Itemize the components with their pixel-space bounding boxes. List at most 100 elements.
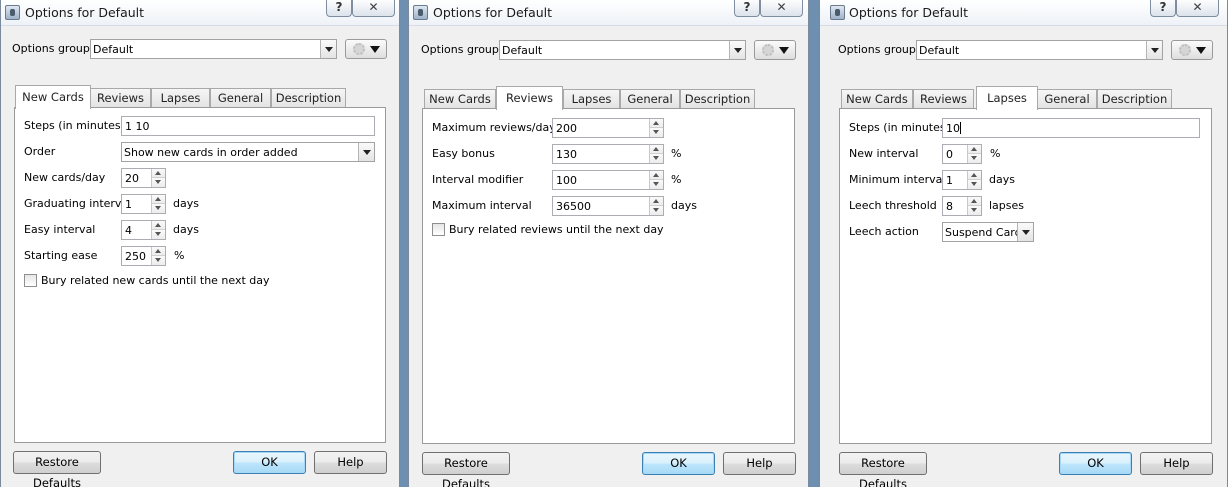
spin-down-icon[interactable] [650,206,663,215]
new-cards-per-day-label: New cards/day [24,171,106,184]
spin-up-icon[interactable] [152,247,165,256]
help-caption-button[interactable]: ? [326,0,352,17]
spin-down-icon[interactable] [152,230,165,239]
ok-button[interactable]: OK [233,451,306,474]
new-interval-label: New interval [849,147,919,160]
tab-general[interactable]: General [210,88,271,108]
tab-general[interactable]: General [1037,89,1097,109]
spin-up-icon[interactable] [968,145,981,154]
tab-lapses[interactable]: Lapses [976,86,1038,110]
leech-action-select[interactable]: Suspend Card [942,222,1034,242]
options-window-new-cards: Options for Default ? ✕ Options group: D… [0,0,400,487]
easy-interval-value: 4 [125,224,132,237]
tab-general[interactable]: General [620,89,680,109]
spin-down-icon[interactable] [152,204,165,213]
spin-down-icon[interactable] [650,154,663,163]
restore-defaults-button[interactable]: Restore Defaults [422,452,510,487]
spin-up-icon[interactable] [968,171,981,180]
interval-modifier-label: Interval modifier [432,173,524,186]
chevron-down-icon [320,40,336,58]
tab-new-cards[interactable]: New Cards [424,89,496,109]
options-group-select[interactable]: Default [499,40,746,60]
graduating-interval-spinner[interactable]: 1 [121,194,166,214]
max-reviews-spinner[interactable]: 200 [552,118,664,138]
spin-up-icon[interactable] [650,119,663,128]
leech-threshold-unit: lapses [989,199,1025,212]
easy-interval-unit: days [173,223,199,236]
new-interval-spinner[interactable]: 0 [942,144,982,164]
leech-threshold-label: Leech threshold [849,199,937,212]
bury-new-cards-label: Bury related new cards until the next da… [41,274,270,287]
help-caption-button[interactable]: ? [1150,0,1176,17]
spin-down-icon[interactable] [968,154,981,163]
spin-up-icon[interactable] [152,195,165,204]
restore-defaults-button[interactable]: Restore Defaults [13,451,101,487]
spin-down-icon[interactable] [650,180,663,189]
tab-reviews[interactable]: Reviews [913,89,974,109]
spin-up-icon[interactable] [650,197,663,206]
spin-up-icon[interactable] [650,145,663,154]
tab-new-cards[interactable]: New Cards [841,89,913,109]
tab-reviews[interactable]: Reviews [90,88,151,108]
interval-modifier-spinner[interactable]: 100 [552,170,664,190]
restore-defaults-button[interactable]: Restore Defaults [839,452,927,487]
order-value: Show new cards in order added [124,146,298,159]
options-menu-button[interactable] [754,40,796,60]
spin-down-icon[interactable] [968,180,981,189]
spin-down-icon[interactable] [650,128,663,137]
tab-reviews[interactable]: Reviews [496,86,563,110]
options-group-select[interactable]: Default [90,39,337,59]
tab-description[interactable]: Description [271,88,346,108]
options-group-select[interactable]: Default [916,40,1163,60]
starting-ease-spinner[interactable]: 250 [121,246,166,266]
easy-bonus-spinner[interactable]: 130 [552,144,664,164]
tab-description[interactable]: Description [1097,89,1172,109]
ok-button[interactable]: OK [642,452,715,475]
spin-up-icon[interactable] [968,197,981,206]
close-button[interactable]: ✕ [1176,0,1219,17]
spin-up-icon[interactable] [152,169,165,178]
help-button[interactable]: Help [1140,452,1213,475]
min-interval-spinner[interactable]: 1 [942,170,982,190]
bury-reviews-checkbox[interactable] [432,223,445,236]
max-interval-spinner[interactable]: 36500 [552,196,664,216]
spin-down-icon[interactable] [152,256,165,265]
lapse-steps-input[interactable]: 10 [942,118,1200,138]
help-button[interactable]: Help [723,452,796,475]
max-reviews-label: Maximum reviews/day [432,121,556,134]
options-group-label: Options group: [838,43,920,56]
help-caption-button[interactable]: ? [734,0,760,17]
spin-up-icon[interactable] [650,171,663,180]
tab-lapses[interactable]: Lapses [151,88,210,108]
chevron-down-icon [1017,223,1033,241]
chevron-down-icon [358,143,374,161]
close-button[interactable]: ✕ [352,0,395,17]
gear-icon [353,43,365,55]
help-button[interactable]: Help [314,451,387,474]
options-group-value: Default [919,44,960,57]
tab-lapses[interactable]: Lapses [563,89,620,109]
leech-threshold-spinner[interactable]: 8 [942,196,982,216]
spin-down-icon[interactable] [152,178,165,187]
options-menu-button[interactable] [1171,40,1213,60]
gear-icon [762,44,774,56]
tab-description[interactable]: Description [680,89,755,109]
app-icon [830,5,845,20]
easy-interval-spinner[interactable]: 4 [121,220,166,240]
close-button[interactable]: ✕ [760,0,803,17]
options-group-row: Options group: Default [820,38,1227,60]
order-select[interactable]: Show new cards in order added [121,142,375,162]
options-group-value: Default [502,44,543,57]
spin-down-icon[interactable] [968,206,981,215]
ok-button[interactable]: OK [1059,452,1132,475]
dropdown-arrow-icon [779,47,789,54]
new-cards-per-day-spinner[interactable]: 20 [121,168,166,188]
tab-new-cards[interactable]: New Cards [15,85,91,109]
leech-action-value: Suspend Card [945,226,1022,239]
options-menu-button[interactable] [345,39,387,59]
spin-up-icon[interactable] [152,221,165,230]
steps-input[interactable]: 1 10 [121,116,375,136]
bury-new-cards-checkbox[interactable] [24,274,37,287]
window-title: Options for Default [849,5,969,20]
options-window-reviews: Options for Default ? ✕ Options group: D… [408,0,809,487]
